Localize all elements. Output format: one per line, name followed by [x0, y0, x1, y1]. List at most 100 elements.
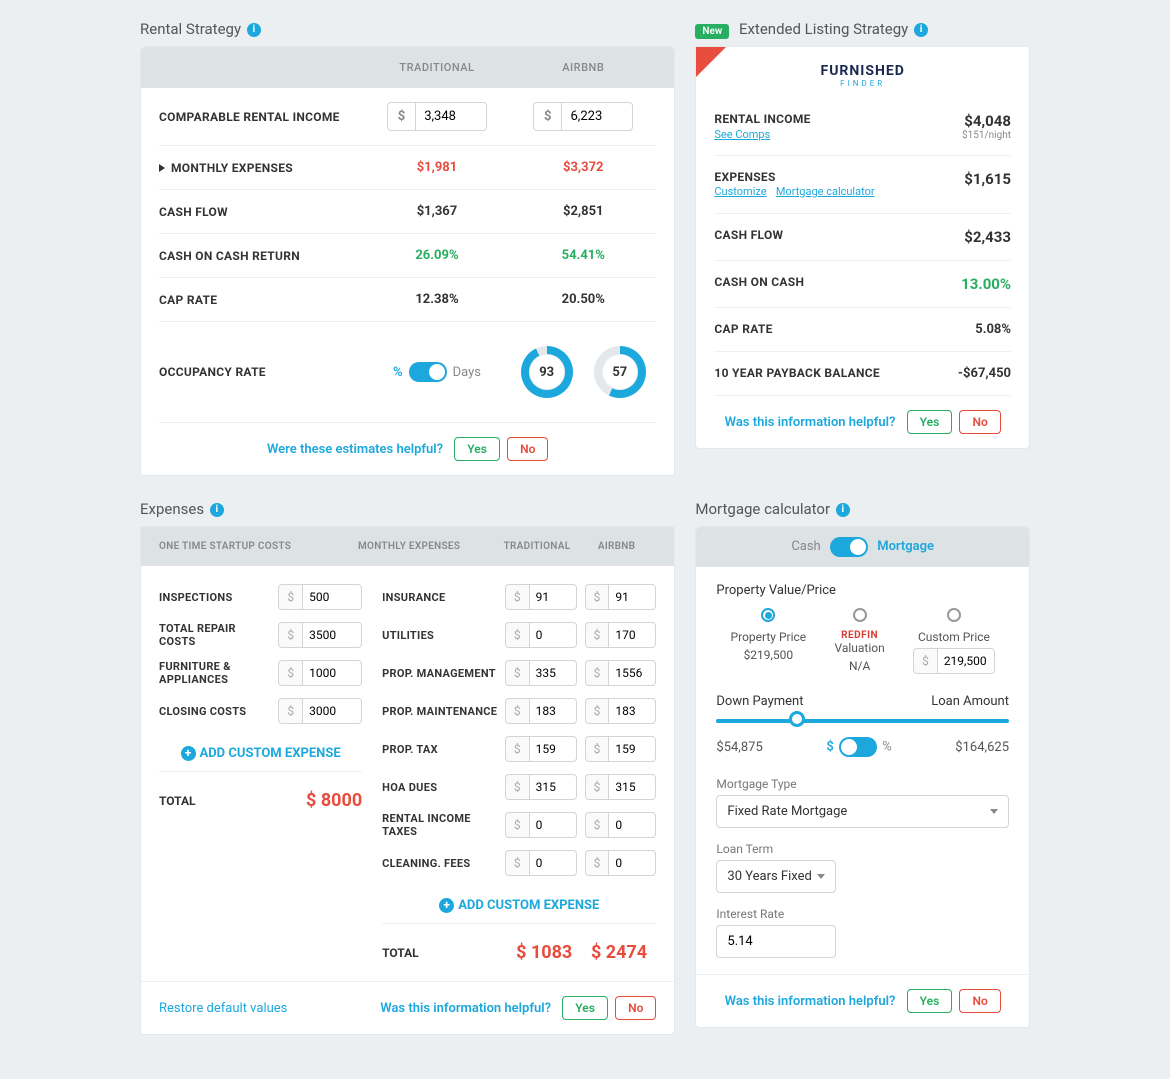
yes-button[interactable]: Yes	[454, 437, 500, 461]
interest-rate-label: Interest Rate	[716, 907, 1009, 921]
loan-term-label: Loan Term	[716, 842, 1009, 856]
occupancy-label: OCCUPANCY RATE	[159, 365, 364, 379]
furnished-finder-logo: FURNISHEDFINDER	[696, 47, 1029, 98]
add-custom-startup[interactable]: +ADD CUSTOM EXPENSE	[159, 736, 362, 771]
traditional-income-input[interactable]: $	[364, 102, 510, 131]
trad-hdr: TRADITIONAL	[497, 541, 577, 552]
cash-label: Cash	[791, 539, 820, 554]
cash-flow-trad: $1,367	[364, 204, 510, 219]
monthly-total-airbnb: $ 2474	[582, 942, 657, 963]
ext-coc-label: CASH ON CASH	[714, 275, 804, 289]
corner-ribbon-icon	[696, 47, 726, 77]
extended-listing-card: FURNISHEDFINDER RENTAL INCOME See Comps …	[695, 46, 1030, 449]
feedback-text: Was this information helpful?	[725, 415, 896, 430]
airbnb-header: AIRBNB	[510, 61, 656, 74]
ext-cashflow-label: CASH FLOW	[714, 228, 783, 242]
no-button[interactable]: No	[615, 996, 656, 1020]
loan-amount-label: Loan Amount	[931, 694, 1009, 709]
expenses-title: Expenses i	[140, 500, 675, 518]
add-custom-monthly[interactable]: +ADD CUSTOM EXPENSE	[382, 888, 656, 923]
interest-rate-input[interactable]	[716, 925, 836, 958]
rental_tax-airbnb-input[interactable]: $	[585, 812, 657, 838]
cash-mortgage-toggle[interactable]	[830, 537, 868, 557]
dollar-pct-toggle[interactable]	[839, 737, 877, 757]
info-icon[interactable]: i	[836, 503, 850, 517]
custom-price-option[interactable]: Custom Price $	[913, 608, 995, 674]
cleaning-airbnb-input[interactable]: $	[585, 850, 657, 876]
ext-expenses-label: EXPENSES	[714, 170, 874, 184]
ext-payback-val: -$67,450	[958, 366, 1011, 381]
property-price-option[interactable]: Property Price $219,500	[731, 608, 807, 674]
prop_tax-airbnb-input[interactable]: $	[585, 736, 657, 762]
redfin-option[interactable]: REDFIN Valuation N/A	[834, 608, 884, 674]
coc-airbnb: 54.41%	[510, 248, 656, 263]
ext-coc-val: 13.00%	[961, 275, 1011, 293]
mortgage-title: Mortgage calculator i	[695, 500, 1030, 518]
startup-hdr: ONE TIME STARTUP COSTS	[159, 541, 358, 552]
info-icon[interactable]: i	[914, 23, 928, 37]
utilities-trad-input[interactable]: $	[505, 622, 577, 648]
down-payment-slider[interactable]	[716, 719, 1009, 723]
traditional-occupancy-donut: 93	[521, 346, 573, 398]
insurance-trad-input[interactable]: $	[505, 584, 577, 610]
hoa-trad-input[interactable]: $	[505, 774, 577, 800]
rental_tax-trad-input[interactable]: $	[505, 812, 577, 838]
no-button[interactable]: No	[507, 437, 548, 461]
plus-icon: +	[181, 746, 196, 761]
insurance-airbnb-input[interactable]: $	[585, 584, 657, 610]
ext-cashflow-val: $2,433	[964, 228, 1011, 246]
yes-button[interactable]: Yes	[907, 989, 953, 1013]
coc-trad: 26.09%	[364, 248, 510, 263]
custom-price-input[interactable]	[937, 648, 995, 674]
furniture-input[interactable]: $	[278, 660, 362, 686]
ext-cap-val: 5.08%	[975, 322, 1011, 337]
feedback-text: Were these estimates helpful?	[267, 442, 443, 457]
startup-total-label: TOTAL	[159, 794, 306, 808]
mortgage-calc-link[interactable]: Mortgage calculator	[776, 185, 875, 198]
restore-defaults-link[interactable]: Restore default values	[141, 983, 305, 1034]
radio-icon	[853, 608, 867, 622]
mortgage-type-select[interactable]: Fixed Rate Mortgage	[716, 795, 1009, 828]
cleaning-trad-input[interactable]: $	[505, 850, 577, 876]
cash-flow-airbnb: $2,851	[510, 204, 656, 219]
airbnb-occupancy-donut: 57	[594, 346, 646, 398]
new-badge: New	[695, 24, 729, 39]
pct-days-toggle[interactable]	[409, 362, 447, 382]
monthly-exp-trad: $1,981	[364, 160, 510, 175]
yes-button[interactable]: Yes	[562, 996, 608, 1020]
repair-label: TOTAL REPAIR COSTS	[159, 622, 278, 648]
inspections-input[interactable]: $	[278, 584, 362, 610]
monthly-expenses-label[interactable]: MONTHLY EXPENSES	[159, 161, 364, 175]
closing-input[interactable]: $	[278, 698, 362, 724]
chevron-down-icon	[990, 809, 998, 814]
no-button[interactable]: No	[959, 989, 1000, 1013]
no-button[interactable]: No	[959, 410, 1000, 434]
cap-label: CAP RATE	[159, 293, 364, 307]
monthly-utilities-label: UTILITIES	[382, 629, 505, 642]
prop_tax-trad-input[interactable]: $	[505, 736, 577, 762]
startup-total-val: $ 8000	[306, 790, 362, 811]
prop_maint-airbnb-input[interactable]: $	[585, 698, 657, 724]
hoa-airbnb-input[interactable]: $	[585, 774, 657, 800]
cash-flow-label: CASH FLOW	[159, 205, 364, 219]
monthly-prop_tax-label: PROP. TAX	[382, 743, 505, 756]
prop-value-label: Property Value/Price	[716, 583, 1009, 598]
customize-link[interactable]: Customize	[714, 185, 766, 198]
ext-payback-label: 10 YEAR PAYBACK BALANCE	[714, 366, 880, 380]
prop_mgmt-airbnb-input[interactable]: $	[585, 660, 657, 686]
info-icon[interactable]: i	[210, 503, 224, 517]
see-comps-link[interactable]: See Comps	[714, 128, 810, 141]
loan-term-select[interactable]: 30 Years Fixed	[716, 860, 836, 893]
prop_maint-trad-input[interactable]: $	[505, 698, 577, 724]
info-icon[interactable]: i	[247, 23, 261, 37]
yes-button[interactable]: Yes	[907, 410, 953, 434]
days-label: Days	[453, 365, 481, 380]
utilities-airbnb-input[interactable]: $	[585, 622, 657, 648]
prop_mgmt-trad-input[interactable]: $	[505, 660, 577, 686]
airbnb-income-input[interactable]: $	[510, 102, 656, 131]
repair-input[interactable]: $	[278, 622, 362, 648]
monthly-exp-airbnb: $3,372	[510, 160, 656, 175]
rental-strategy-title: Rental Strategy i	[140, 20, 675, 38]
monthly-total-trad: $ 1083	[507, 942, 582, 963]
comparable-label: COMPARABLE RENTAL INCOME	[159, 110, 364, 124]
